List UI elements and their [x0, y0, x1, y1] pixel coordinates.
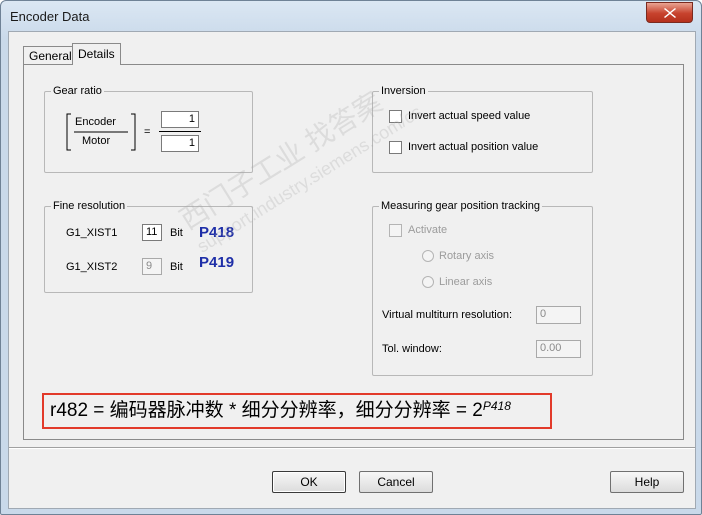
help-button[interactable]: Help [610, 471, 684, 493]
measuring-gear-legend: Measuring gear position tracking [379, 199, 542, 213]
tab-details[interactable]: Details [72, 43, 121, 65]
g1-xist2-input[interactable]: 9 [142, 258, 162, 275]
window-title: Encoder Data [10, 9, 90, 24]
linear-axis-label[interactable]: Linear axis [439, 276, 492, 288]
fine-resolution-legend: Fine resolution [51, 199, 128, 213]
g1-xist2-label: G1_XIST2 [66, 261, 118, 273]
gear-ratio-group: Gear ratio Encoder Motor = 1 1 [44, 84, 253, 173]
equals-sign: = [144, 126, 151, 138]
inversion-group: Inversion Invert actual speed value Inve… [372, 84, 593, 173]
rotary-axis-label[interactable]: Rotary axis [439, 250, 494, 262]
rotary-axis-radio[interactable] [422, 250, 434, 262]
gear-numerator-input[interactable]: 1 [161, 111, 199, 128]
ok-button[interactable]: OK [272, 471, 346, 493]
tab-general[interactable]: General [23, 46, 78, 64]
details-panel: Gear ratio Encoder Motor = 1 1 Fine reso… [23, 64, 684, 440]
p418-annotation: P418 [199, 224, 235, 241]
tol-window-label: Tol. window: [382, 343, 442, 355]
formula-annotation: r482 = 编码器脉冲数 * 细分分辨率，细分分辨率 = 2P418 [42, 393, 552, 429]
motor-label: Motor [82, 135, 111, 147]
cancel-button[interactable]: Cancel [359, 471, 433, 493]
formula-exponent: P418 [482, 399, 511, 413]
button-separator [9, 447, 695, 449]
encoder-data-dialog: Encoder Data General Details Gear ratio … [0, 0, 702, 515]
formula-text: r482 = 编码器脉冲数 * 细分分辨率，细分分辨率 = 2 [50, 400, 483, 421]
g1-xist1-input[interactable]: 11 [142, 224, 162, 241]
measuring-gear-group: Measuring gear position tracking Activat… [372, 199, 593, 376]
close-icon [663, 7, 676, 18]
gear-ratio-legend: Gear ratio [51, 84, 104, 98]
invert-speed-label[interactable]: Invert actual speed value [408, 110, 530, 122]
activate-label[interactable]: Activate [408, 224, 447, 236]
invert-position-checkbox[interactable] [389, 141, 402, 154]
invert-position-label[interactable]: Invert actual position value [408, 141, 538, 153]
virtual-multiturn-label: Virtual multiturn resolution: [382, 309, 513, 321]
p419-annotation: P419 [199, 254, 235, 271]
dialog-body: General Details Gear ratio Encoder Motor… [8, 31, 696, 509]
tol-window-input[interactable]: 0.00 [536, 340, 581, 358]
inversion-legend: Inversion [379, 84, 428, 98]
fraction-line [159, 131, 201, 132]
fine-resolution-group: Fine resolution G1_XIST1 11 Bit P418 G1_… [44, 199, 253, 293]
activate-checkbox[interactable] [389, 224, 402, 237]
gear-denominator-input[interactable]: 1 [161, 135, 199, 152]
g1-xist1-label: G1_XIST1 [66, 227, 118, 239]
virtual-multiturn-input[interactable]: 0 [536, 306, 581, 324]
title-bar[interactable]: Encoder Data [1, 1, 701, 31]
encoder-label: Encoder [75, 116, 116, 128]
invert-speed-checkbox[interactable] [389, 110, 402, 123]
linear-axis-radio[interactable] [422, 276, 434, 288]
close-button[interactable] [646, 2, 693, 23]
g1-xist2-unit: Bit [170, 261, 183, 273]
g1-xist1-unit: Bit [170, 227, 183, 239]
